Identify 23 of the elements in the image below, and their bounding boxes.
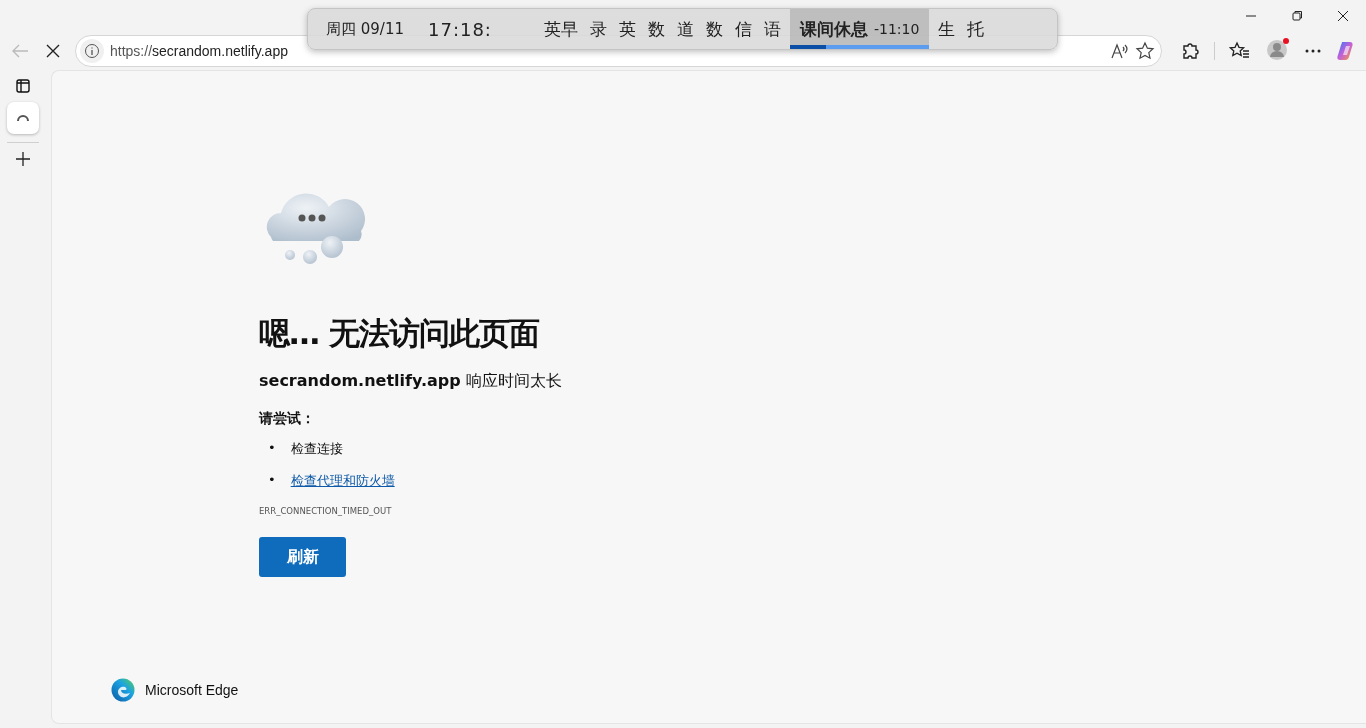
read-aloud-icon[interactable]: [1109, 41, 1129, 61]
info-icon[interactable]: [84, 43, 100, 59]
brand-name: Microsoft Edge: [145, 682, 239, 698]
countdown-text: -11:10: [873, 21, 920, 37]
current-tab[interactable]: [6, 102, 39, 134]
error-heading: 嗯… 无法访问此页面: [259, 314, 541, 353]
suggestions-label: 请尝试：: [259, 410, 316, 428]
error-message: secrandom.netlify.app 响应时间太长: [259, 371, 563, 392]
suggestion-link[interactable]: 检查代理和防火墙: [290, 472, 395, 490]
loading-spinner-icon: [14, 113, 31, 123]
profile-avatar-icon[interactable]: [1265, 37, 1290, 61]
suggestion-text: 检查连接: [290, 440, 343, 458]
bullet-mark: •: [268, 472, 276, 489]
favorite-star-icon[interactable]: [1135, 41, 1155, 61]
bullet-mark: •: [268, 440, 276, 457]
url-text[interactable]: https://secrandom.netlify.app: [110, 43, 288, 59]
edge-logo-icon: [111, 678, 135, 702]
tab-panel-icon[interactable]: [14, 78, 31, 94]
favorites-list-icon[interactable]: [1229, 41, 1251, 61]
error-code: ERR_CONNECTION_TIMED_OUT: [259, 506, 393, 516]
new-tab-plus-icon[interactable]: [14, 151, 31, 167]
refresh-button[interactable]: 刷新: [259, 537, 346, 577]
extensions-puzzle-icon[interactable]: [1180, 40, 1200, 62]
